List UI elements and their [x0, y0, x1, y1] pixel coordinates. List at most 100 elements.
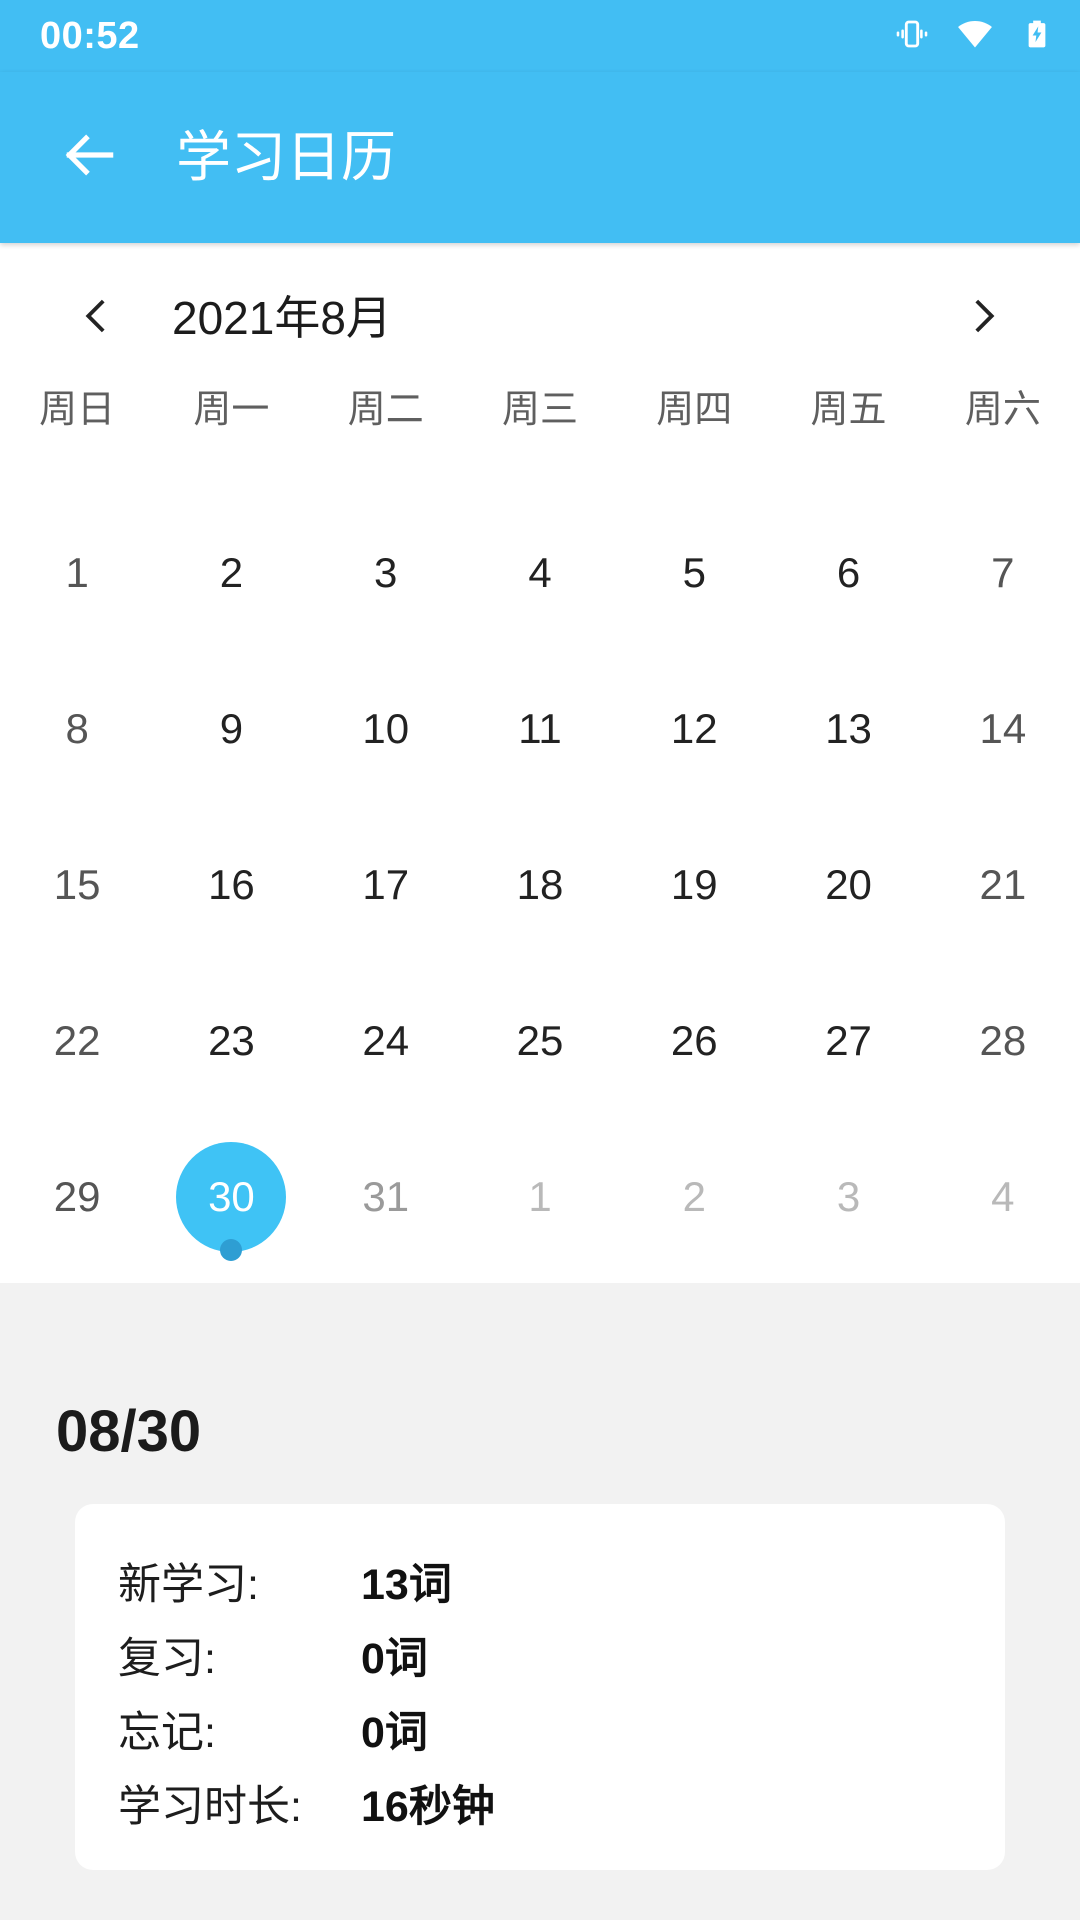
day-cell[interactable]: 4 [463, 495, 617, 651]
day-cell[interactable]: 6 [771, 495, 925, 651]
vibrate-icon [894, 16, 930, 57]
weekday-label-1: 周一 [193, 389, 270, 431]
chevron-left-icon [74, 294, 118, 343]
stats-card: 新学习: 13词 复习: 0词 忘记: 0词学习时长: 16秒钟 [75, 1504, 1005, 1870]
day-number: 14 [979, 705, 1027, 752]
day-cell[interactable]: 29 [0, 1119, 154, 1275]
day-cell[interactable]: 28 [926, 963, 1080, 1119]
stat-row: 新学习: 13词 [118, 1564, 495, 1638]
day-cell[interactable]: 26 [617, 963, 771, 1119]
weekday-label-6: 周六 [964, 389, 1041, 431]
calendar-panel: 2021年8月 周日 周一 周二 周三 周四 周五 周六 1 2 3 4 5 6 7 8 9 10 11 12 13… [0, 243, 1080, 1283]
day-cell-selected[interactable]: 30 [154, 1119, 308, 1275]
day-number: 16 [208, 861, 255, 908]
arrow-left-icon [59, 124, 121, 191]
day-number: 31 [362, 1173, 410, 1220]
month-label[interactable]: 2021年8月 [172, 295, 392, 341]
day-number: 5 [682, 549, 706, 596]
day-number: 11 [518, 705, 562, 752]
day-cell[interactable]: 10 [309, 651, 463, 807]
month-navigation: 2021年8月 [0, 243, 1080, 393]
app-screen: 00:52 学习日历 2021年8月 周日 周一 周二 周三 周四 周五 周六 … [0, 0, 1080, 1920]
day-number: 22 [53, 1017, 101, 1064]
day-cell[interactable]: 20 [771, 807, 925, 963]
day-number: 26 [670, 1017, 718, 1064]
stat-label: 忘记: [118, 1709, 216, 1757]
wifi-icon [956, 15, 994, 58]
day-cell[interactable]: 8 [0, 651, 154, 807]
previous-month-button[interactable] [50, 272, 142, 364]
day-number: 20 [825, 861, 872, 908]
status-bar: 00:52 [0, 0, 1080, 72]
status-time: 00:52 [40, 15, 140, 57]
stat-row: 忘记: 0词 [118, 1712, 495, 1786]
day-cell[interactable]: 21 [926, 807, 1080, 963]
day-number: 12 [670, 705, 718, 752]
stat-value: 0词 [361, 1709, 428, 1757]
day-cell[interactable]: 2 [617, 1119, 771, 1275]
day-cell[interactable]: 19 [617, 807, 771, 963]
stat-value: 0词 [361, 1635, 428, 1683]
day-number: 2 [682, 1173, 706, 1220]
day-number: 1 [528, 1173, 552, 1220]
day-cell[interactable]: 17 [309, 807, 463, 963]
stats-list: 新学习: 13词 复习: 0词 忘记: 0词学习时长: 16秒钟 [118, 1564, 495, 1860]
status-icon-group [894, 15, 1054, 58]
day-cell[interactable]: 31 [309, 1119, 463, 1275]
weekday-label-5: 周五 [810, 389, 887, 431]
day-cell[interactable]: 3 [309, 495, 463, 651]
day-number: 6 [836, 549, 861, 596]
stat-label: 新学习: [118, 1561, 259, 1609]
day-cell[interactable]: 24 [309, 963, 463, 1119]
stat-value: 16秒钟 [361, 1783, 495, 1831]
day-cell[interactable]: 7 [926, 495, 1080, 651]
day-number: 4 [991, 1173, 1015, 1220]
weekday-label-2: 周二 [347, 389, 424, 431]
day-number: 3 [374, 549, 398, 596]
selected-date-label: 08/30 [56, 1399, 202, 1464]
day-cell[interactable]: 12 [617, 651, 771, 807]
weekday-label-4: 周四 [656, 389, 733, 431]
chevron-right-icon [962, 294, 1006, 343]
next-month-button[interactable] [938, 272, 1030, 364]
stat-row: 学习时长: 16秒钟 [118, 1786, 495, 1860]
day-number: 13 [825, 705, 872, 752]
day-number: 15 [53, 861, 101, 908]
day-number: 23 [208, 1017, 255, 1064]
day-number: 4 [528, 549, 552, 596]
day-cell[interactable]: 2 [154, 495, 308, 651]
day-cell[interactable]: 22 [0, 963, 154, 1119]
day-number: 27 [825, 1017, 872, 1064]
day-cell[interactable]: 3 [771, 1119, 925, 1275]
day-number: 1 [65, 549, 89, 596]
day-cell[interactable]: 25 [463, 963, 617, 1119]
day-cell[interactable]: 14 [926, 651, 1080, 807]
day-cell[interactable]: 18 [463, 807, 617, 963]
battery-charging-icon [1020, 17, 1054, 56]
day-number: 3 [836, 1173, 861, 1220]
day-number: 2 [219, 549, 244, 596]
day-cell[interactable]: 27 [771, 963, 925, 1119]
day-cell[interactable]: 11 [463, 651, 617, 807]
day-grid: 1 2 3 4 5 6 7 8 9 10 11 12 13 14 15 16 17 18 19 20 21 22 23 24 2… [0, 495, 1080, 1275]
day-number: 29 [53, 1173, 101, 1220]
day-cell[interactable]: 15 [0, 807, 154, 963]
day-cell[interactable]: 16 [154, 807, 308, 963]
page-title: 学习日历 [176, 126, 397, 188]
stat-label: 学习时长: [118, 1783, 302, 1831]
back-button[interactable] [38, 106, 142, 210]
day-cell[interactable]: 4 [926, 1119, 1080, 1275]
day-cell[interactable]: 13 [771, 651, 925, 807]
stat-row: 复习: 0词 [118, 1638, 495, 1712]
day-cell[interactable]: 5 [617, 495, 771, 651]
weekday-header-row: 周日 周一 周二 周三 周四 周五 周六 [0, 391, 1080, 429]
day-cell[interactable]: 1 [0, 495, 154, 651]
day-number: 21 [979, 861, 1027, 908]
day-cell[interactable]: 9 [154, 651, 308, 807]
day-number: 7 [991, 549, 1015, 596]
day-number: 9 [219, 705, 244, 752]
day-cell[interactable]: 23 [154, 963, 308, 1119]
day-number: 8 [65, 705, 89, 752]
day-number: 30 [208, 1173, 255, 1220]
day-cell[interactable]: 1 [463, 1119, 617, 1275]
